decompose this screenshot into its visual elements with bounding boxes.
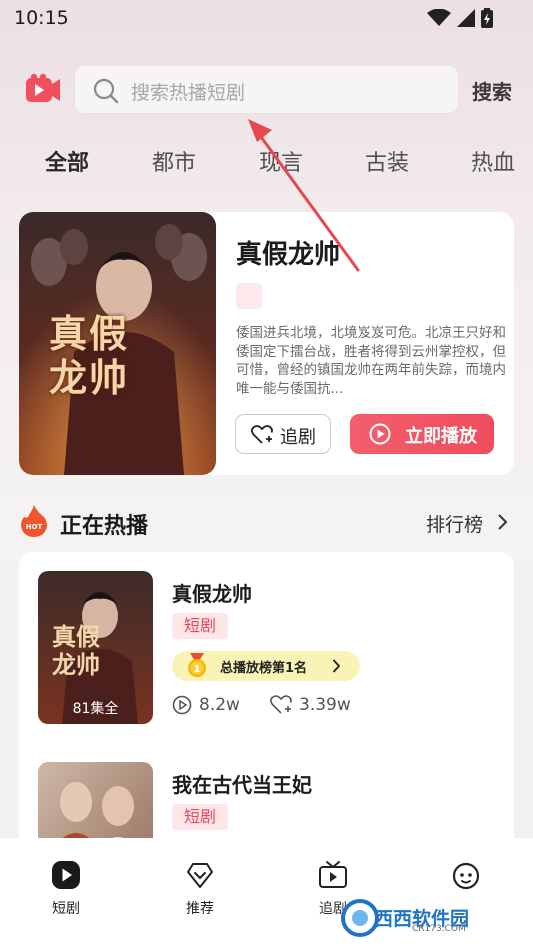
wifi-icon xyxy=(427,9,451,26)
play-circle-icon xyxy=(369,423,391,445)
play-now-label: 立即播放 xyxy=(405,426,477,447)
search-input[interactable]: 搜索热播短剧 xyxy=(74,65,459,114)
heart-diamond-icon xyxy=(187,863,213,888)
section-title-trending: 正在热播 xyxy=(60,514,149,539)
trending-list: 真假龙帅 81集全 真假龙帅 短剧 1 总播放榜第1名 8.2w 3.39w 我… xyxy=(19,552,514,915)
medal-icon: 1 xyxy=(188,653,206,677)
list-item-title: 真假龙帅 xyxy=(172,582,252,606)
status-bar: 10:15 xyxy=(0,0,533,36)
follow-label: 追剧 xyxy=(280,427,316,448)
list-thumbnail[interactable]: 真假龙帅 81集全 xyxy=(38,571,153,724)
play-circle-icon xyxy=(172,695,192,715)
signal-icon xyxy=(457,9,475,27)
battery-charging-icon xyxy=(481,8,493,28)
featured-poster[interactable]: 真假龙帅 xyxy=(19,212,216,475)
list-item[interactable]: 真假龙帅 81集全 真假龙帅 短剧 1 总播放榜第1名 8.2w 3.39w xyxy=(19,571,514,741)
watermark-subtext: CR173.COM xyxy=(412,924,466,934)
list-item-title: 我在古代当王妃 xyxy=(172,773,312,797)
nav-item-short-drama[interactable]: 短剧 xyxy=(31,860,101,918)
featured-description: 倭国进兵北境，北境岌岌可危。北凉王只好和倭国定下擂台战，胜者将得到云州掌控权，但… xyxy=(236,325,506,396)
smiley-face-icon xyxy=(452,862,480,890)
tab-all[interactable]: 全部 xyxy=(45,145,89,177)
poster-calligraphy-title: 真假龙帅 xyxy=(49,311,130,400)
play-count: 8.2w xyxy=(172,695,240,715)
hot-badge-text: HOT xyxy=(26,523,43,531)
tv-icon xyxy=(319,861,347,888)
chevron-right-icon[interactable] xyxy=(497,513,509,531)
hot-flame-icon: HOT xyxy=(21,505,47,537)
status-time: 10:15 xyxy=(14,7,69,29)
chevron-right-icon xyxy=(332,659,341,673)
play-now-button[interactable]: 立即播放 xyxy=(350,414,494,454)
annotation-arrow xyxy=(248,119,360,272)
follow-button[interactable]: 追剧 xyxy=(235,414,331,454)
nav-label: 短剧 xyxy=(52,901,80,917)
episode-count: 81集全 xyxy=(72,701,119,717)
rank-text: 总播放榜第1名 xyxy=(220,661,308,676)
nav-item-profile[interactable] xyxy=(431,860,501,894)
heart-plus-icon xyxy=(251,425,273,444)
search-placeholder: 搜索热播短剧 xyxy=(131,82,246,104)
like-count: 3.39w xyxy=(270,695,351,715)
medal-number: 1 xyxy=(194,664,201,675)
heart-plus-icon xyxy=(270,695,292,714)
nav-item-recommend[interactable]: 推荐 xyxy=(165,860,235,918)
ranking-link[interactable]: 排行榜 xyxy=(426,510,483,537)
status-icons xyxy=(427,8,493,28)
nav-label: 推荐 xyxy=(186,901,214,917)
rank-badge[interactable]: 1 总播放榜第1名 xyxy=(172,651,360,681)
play-count-value: 8.2w xyxy=(199,695,240,715)
search-icon xyxy=(93,78,119,104)
search-button[interactable]: 搜索 xyxy=(472,76,512,105)
tab-costume[interactable]: 古装 xyxy=(365,145,409,177)
play-circle-icon xyxy=(52,861,80,889)
featured-tag xyxy=(236,283,262,309)
tab-urban[interactable]: 都市 xyxy=(152,145,196,177)
tab-action[interactable]: 热血 xyxy=(471,145,515,177)
genre-tag: 短剧 xyxy=(172,613,229,639)
thumbnail-calligraphy-title: 真假龙帅 xyxy=(52,622,100,679)
video-camera-icon[interactable] xyxy=(26,73,60,105)
like-count-value: 3.39w xyxy=(299,695,351,715)
genre-tag: 短剧 xyxy=(172,804,229,830)
